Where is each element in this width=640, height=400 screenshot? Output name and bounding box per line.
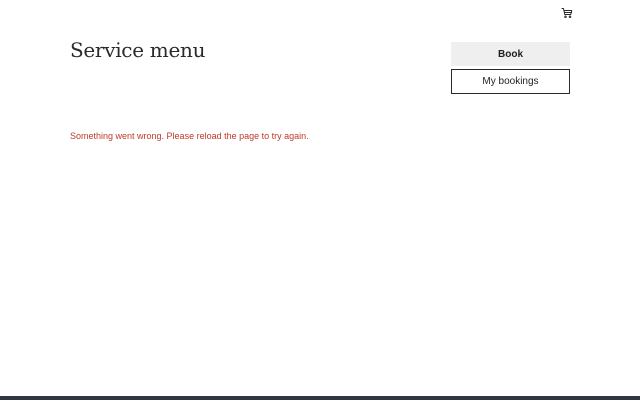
footer-bar xyxy=(0,396,640,400)
book-button[interactable]: Book xyxy=(451,42,570,66)
shopping-cart-icon xyxy=(561,6,573,24)
header xyxy=(0,0,640,30)
service-menu-page: Service menu Book My bookings Something … xyxy=(0,0,640,400)
page-title: Service menu xyxy=(70,38,206,62)
cart-button[interactable] xyxy=(558,6,576,24)
error-message: Something went wrong. Please reload the … xyxy=(70,131,309,141)
my-bookings-button[interactable]: My bookings xyxy=(451,69,570,94)
